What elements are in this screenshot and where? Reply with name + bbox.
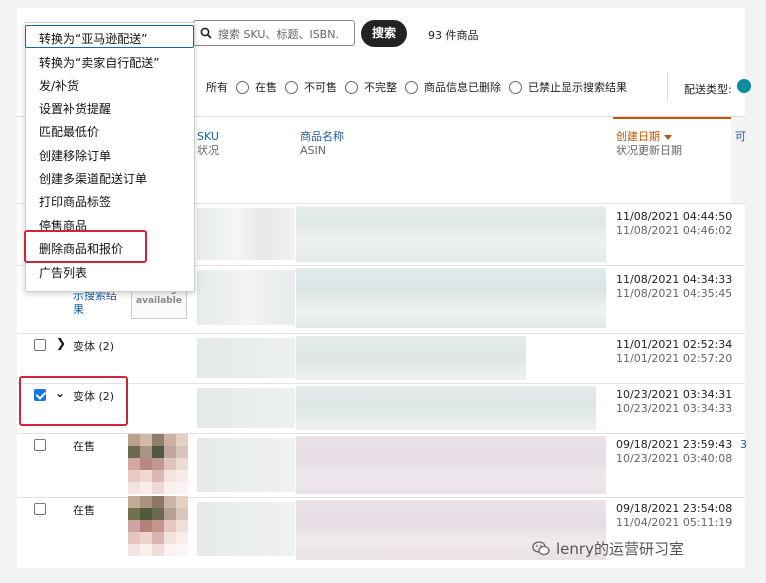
search-input[interactable] xyxy=(216,24,356,44)
filter-active-radio[interactable] xyxy=(236,80,249,94)
menu-item-create-removal[interactable]: 创建移除订单 xyxy=(39,147,111,164)
product-thumbnail xyxy=(128,434,188,494)
blurred-title xyxy=(296,386,596,430)
row-dates: 09/18/2021 23:59:43 10/23/2021 03:40:08 xyxy=(616,438,733,465)
blurred-sku xyxy=(197,338,295,378)
search-icon xyxy=(200,27,212,39)
menu-item-match-low-price[interactable]: 匹配最低价 xyxy=(39,123,99,140)
filter-deleted-radio[interactable] xyxy=(405,80,418,94)
product-thumbnail xyxy=(128,496,188,556)
row-dates: 09/18/2021 23:54:08 11/04/2021 05:11:19 xyxy=(616,502,733,529)
watermark: lenry的运营研习室 xyxy=(532,538,684,559)
header-product-name-label[interactable]: 商品名称 xyxy=(300,130,344,144)
filter-active-label[interactable]: 在售 xyxy=(255,79,277,95)
filter-suppressed-label[interactable]: 已禁止显示搜索结果 xyxy=(528,79,627,95)
menu-item-print-labels[interactable]: 打印商品标签 xyxy=(39,193,111,210)
divider xyxy=(667,72,668,102)
menu-item-multichannel[interactable]: 创建多渠道配送订单 xyxy=(39,170,147,187)
row-checkbox[interactable] xyxy=(34,339,46,351)
row-dates: 11/01/2021 02:52:34 11/01/2021 02:57:20 xyxy=(616,338,733,365)
menu-highlight-box xyxy=(24,230,147,263)
header-status-label: 状况 xyxy=(197,144,219,157)
menu-item-convert-fba[interactable]: 转换为“亚马逊配送” xyxy=(39,30,147,47)
blurred-sku xyxy=(197,388,295,428)
chevron-right-icon[interactable]: ❯ xyxy=(56,336,66,350)
header-status-updated-label: 状况更新日期 xyxy=(616,144,682,157)
status-label: 在售 xyxy=(73,440,95,453)
blurred-title xyxy=(296,268,606,328)
blurred-sku xyxy=(197,438,295,492)
shipping-type-radio[interactable] xyxy=(737,79,751,93)
menu-item-send-replenish[interactable]: 发/补货 xyxy=(39,77,79,94)
status-link[interactable]: 果 xyxy=(73,301,84,317)
filter-all-label[interactable]: 所有 xyxy=(206,79,228,95)
blurred-sku xyxy=(197,208,295,260)
row-checkbox[interactable] xyxy=(34,439,46,451)
row-checkbox[interactable] xyxy=(34,503,46,515)
filter-deleted-label[interactable]: 商品信息已删除 xyxy=(424,79,501,95)
variation-label: 变体 (2) xyxy=(73,340,115,353)
filter-suppressed-radio[interactable] xyxy=(509,80,522,94)
header-cut-column-label: 可 xyxy=(735,130,746,143)
filter-unsellable-radio[interactable] xyxy=(285,80,298,94)
menu-item-restock-alert[interactable]: 设置补货提醒 xyxy=(39,100,111,117)
search-box[interactable] xyxy=(193,20,356,46)
search-button[interactable]: 搜索 xyxy=(361,20,407,47)
row-dates: 11/08/2021 04:34:33 11/08/2021 04:35:45 xyxy=(616,273,733,300)
filter-unsellable-label[interactable]: 不可售 xyxy=(304,79,337,95)
filter-incomplete-label[interactable]: 不完整 xyxy=(364,79,397,95)
sort-desc-icon xyxy=(664,134,672,140)
header-product-name[interactable]: 商品名称 ASIN xyxy=(300,130,344,158)
menu-item-convert-fbm[interactable]: 转换为“卖家自行配送” xyxy=(39,54,159,71)
row-dates: 10/23/2021 03:34:31 10/23/2021 03:34:33 xyxy=(616,388,733,415)
blurred-title xyxy=(296,206,606,262)
sort-indicator-bar xyxy=(613,117,731,119)
header-sku-label[interactable]: SKU xyxy=(197,130,219,144)
highlight-box xyxy=(19,376,128,426)
page: 搜索 93 件商品 所有 在售 不可售 不完整 商品信息已删除 已禁止显示搜索结… xyxy=(0,0,766,583)
menu-item-advertise[interactable]: 广告列表 xyxy=(39,264,87,281)
header-asin-label: ASIN xyxy=(300,144,326,157)
blurred-title xyxy=(296,436,606,494)
header-created-date-label[interactable]: 创建日期 xyxy=(616,130,660,143)
shipping-type-label: 配送类型: xyxy=(684,83,732,96)
quantity-link[interactable]: 3 xyxy=(740,438,747,451)
status-label: 在售 xyxy=(73,504,95,517)
watermark-text: lenry的运营研习室 xyxy=(556,540,684,558)
filter-incomplete-radio[interactable] xyxy=(345,80,358,94)
status-filter-bar: 所有 在售 不可售 不完整 商品信息已删除 已禁止显示搜索结果 xyxy=(190,76,627,98)
header-sku[interactable]: SKU 状况 xyxy=(197,130,219,158)
blurred-sku xyxy=(197,270,295,325)
blurred-title xyxy=(296,336,526,380)
blurred-sku xyxy=(197,502,295,556)
row-dates: 11/08/2021 04:44:50 11/08/2021 04:46:02 xyxy=(616,210,733,237)
header-created-date[interactable]: 创建日期 状况更新日期 xyxy=(616,130,682,158)
wechat-icon xyxy=(532,541,550,556)
product-count: 93 件商品 xyxy=(428,29,479,42)
